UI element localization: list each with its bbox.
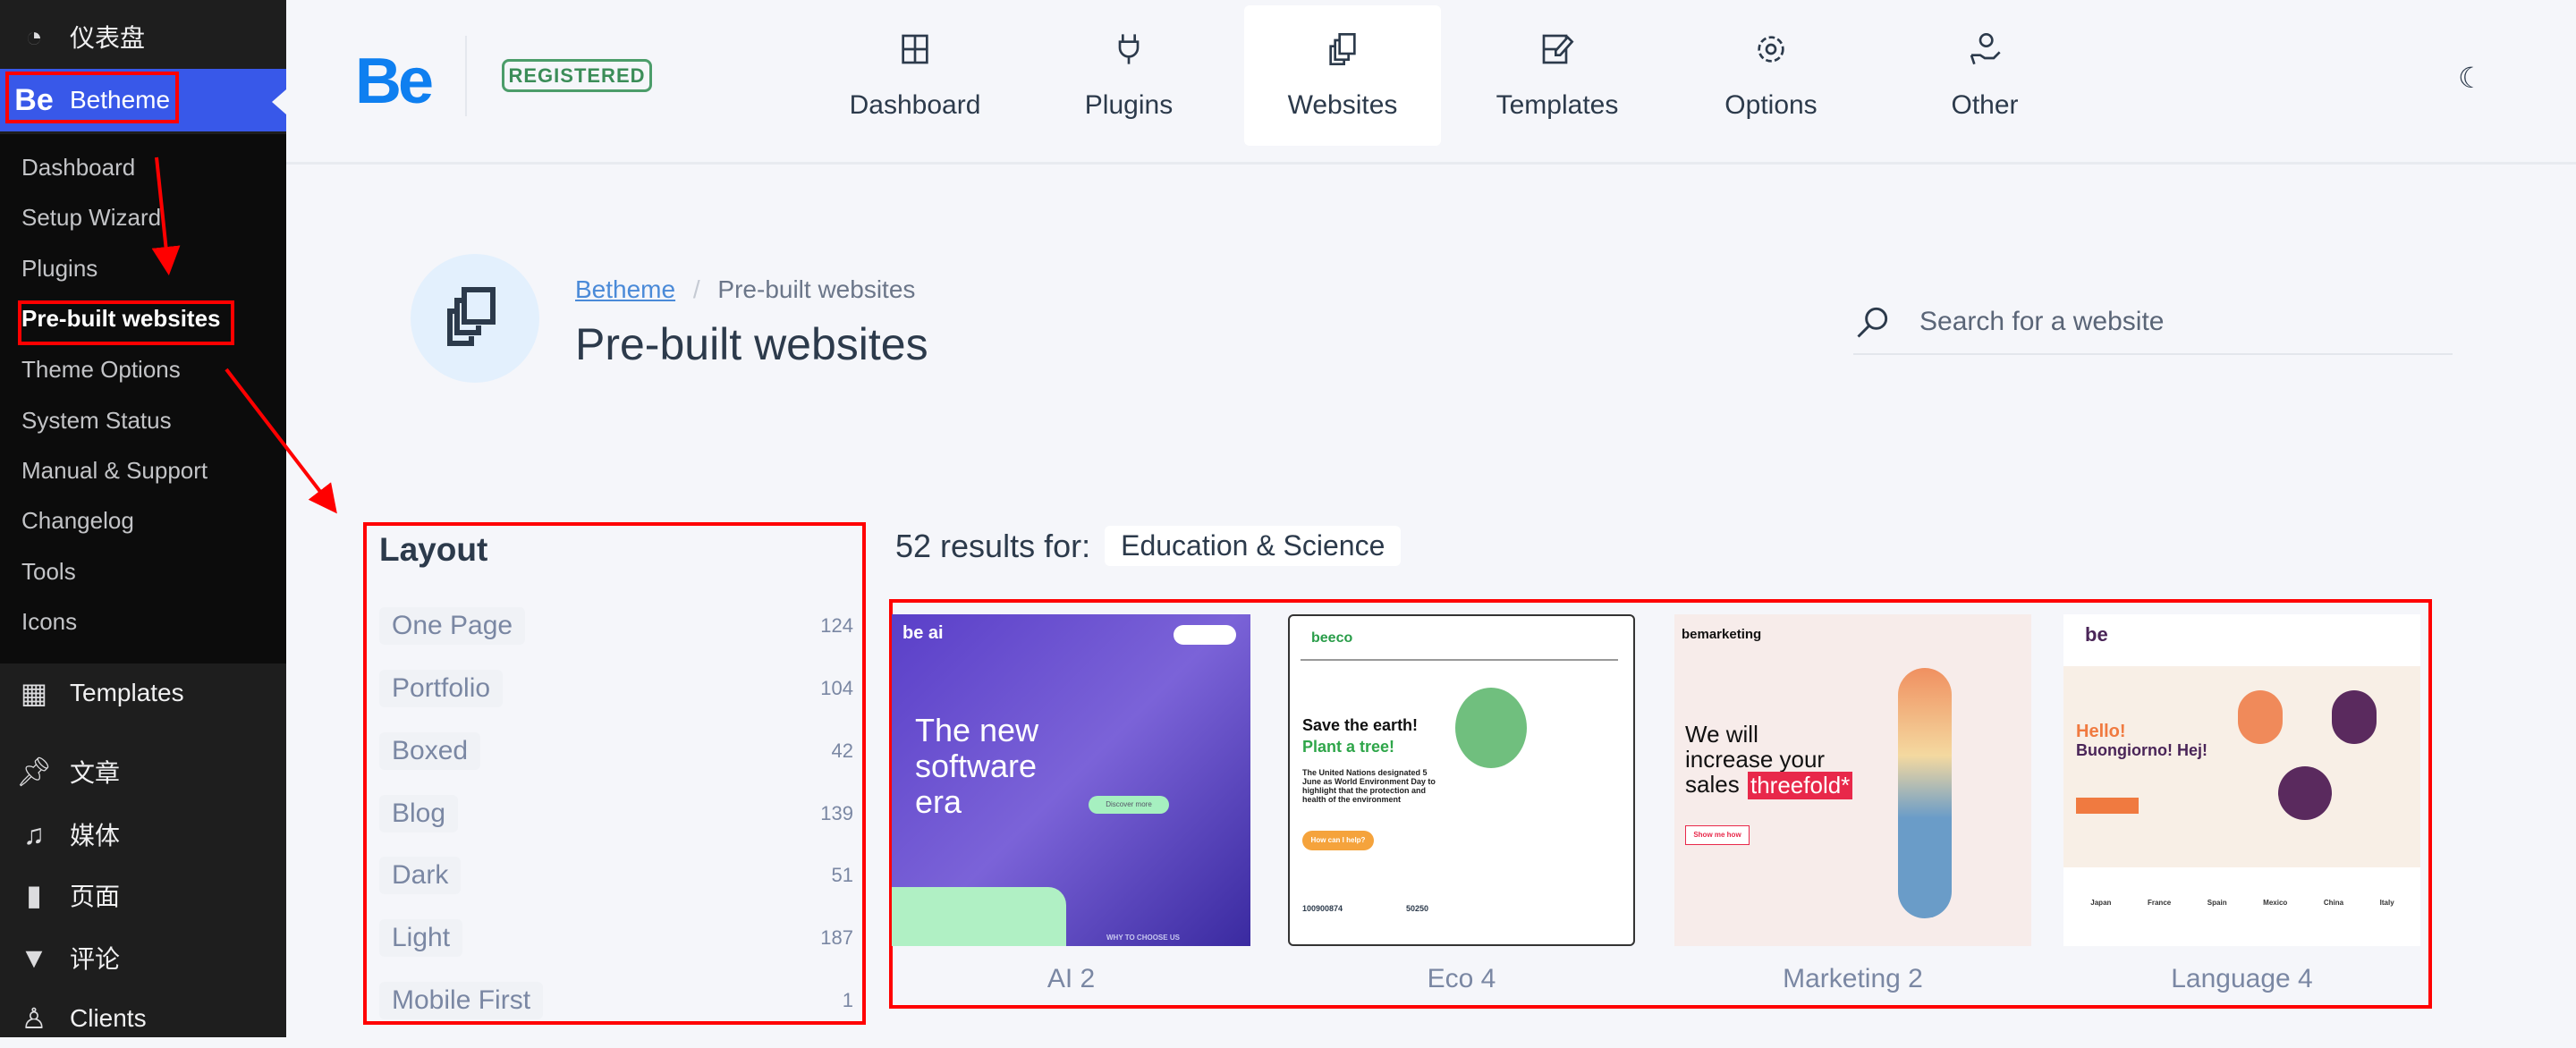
annotation-arrow xyxy=(151,156,181,275)
annotation-arrows xyxy=(151,156,337,514)
annotation-arrow xyxy=(225,368,337,514)
